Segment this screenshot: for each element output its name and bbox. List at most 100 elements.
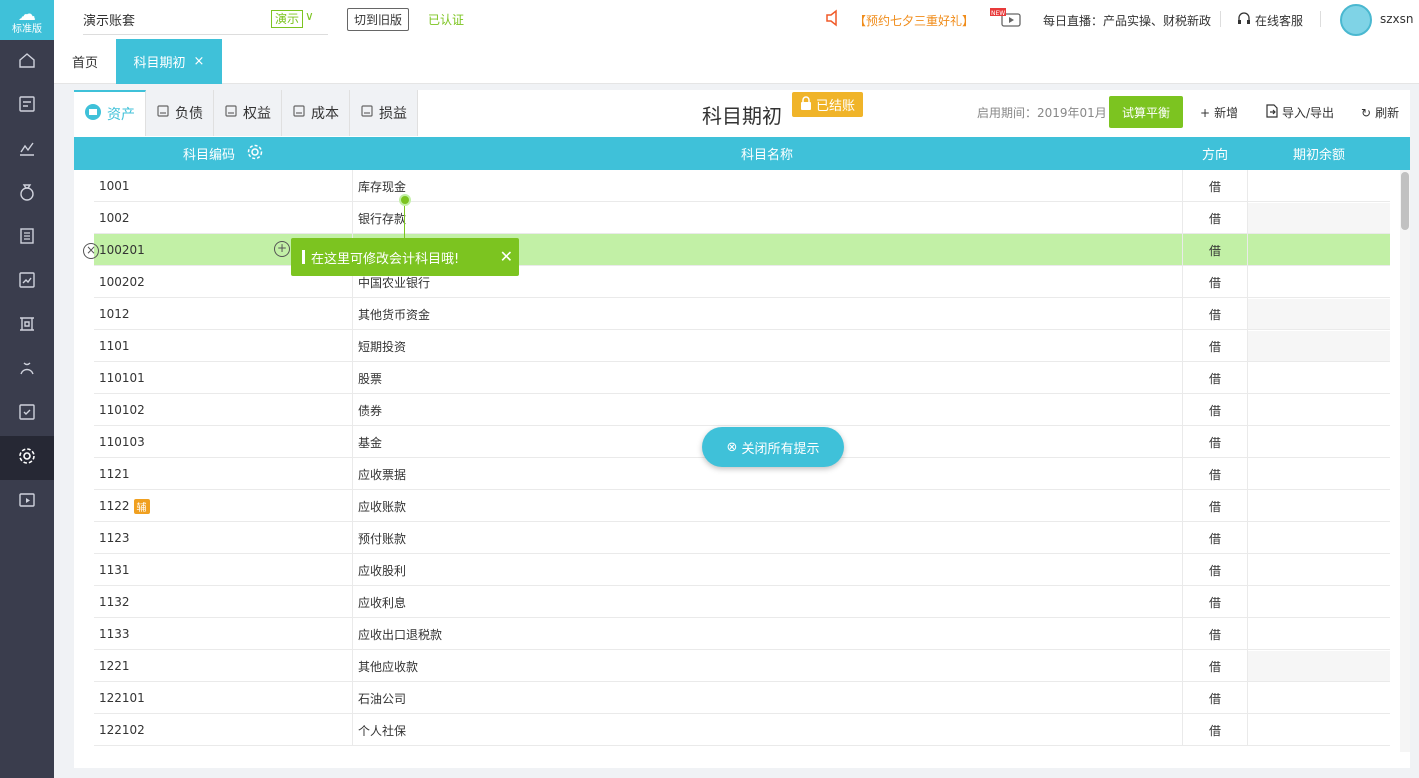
table-row[interactable]: 1132 应收利息 借 bbox=[94, 586, 1390, 618]
direction-cell: 借 bbox=[1208, 531, 1221, 546]
tab-category-3[interactable]: 成本 bbox=[282, 90, 350, 136]
subject-name[interactable]: 应收票据 bbox=[358, 458, 406, 490]
opening-balance-cell[interactable] bbox=[1248, 714, 1390, 746]
chevron-down-icon[interactable]: ∨ bbox=[305, 9, 314, 23]
import-export-button[interactable]: 导入/导出 bbox=[1266, 104, 1334, 121]
opening-balance-cell[interactable] bbox=[1248, 522, 1390, 554]
switch-old-version-button[interactable]: 切到旧版 bbox=[347, 8, 410, 31]
tab-category-4[interactable]: 损益 bbox=[350, 90, 418, 136]
subject-name[interactable]: 预付账款 bbox=[358, 522, 406, 554]
subject-code: 1012 bbox=[99, 298, 130, 330]
table-row[interactable]: 110101 股票 借 bbox=[94, 362, 1390, 394]
tab-subject-opening[interactable]: 科目期初 × bbox=[116, 39, 222, 84]
opening-balance-cell[interactable] bbox=[1248, 490, 1390, 522]
table-row[interactable]: 100202 中国农业银行借 bbox=[94, 266, 1390, 298]
divider bbox=[352, 618, 353, 650]
subject-name[interactable]: 其他应收款 bbox=[358, 650, 418, 682]
subject-name[interactable]: 石油公司 bbox=[358, 682, 406, 714]
table-row[interactable]: 1012 其他货币资金 借 bbox=[94, 298, 1390, 330]
remove-row-icon[interactable]: × bbox=[83, 243, 99, 259]
subject-name[interactable]: 股票 bbox=[358, 362, 382, 394]
sidebar-item-voucher[interactable] bbox=[0, 84, 54, 128]
opening-balance-cell[interactable] bbox=[1248, 170, 1390, 202]
live-tv-icon[interactable]: NEW bbox=[990, 8, 1026, 32]
tab-category-1[interactable]: 负债 bbox=[146, 90, 214, 136]
username[interactable]: szxsn bbox=[1380, 12, 1414, 26]
avatar[interactable] bbox=[1340, 4, 1372, 36]
sidebar-item-chart[interactable] bbox=[0, 128, 54, 172]
scrollbar-thumb[interactable] bbox=[1401, 172, 1409, 230]
tab-category-0[interactable]: 资产 bbox=[74, 90, 146, 136]
sidebar-item-video[interactable] bbox=[0, 480, 54, 524]
direction-cell: 借 bbox=[1208, 275, 1221, 290]
subject-name[interactable]: 应收出口退税款 bbox=[358, 618, 442, 650]
opening-balance-cell[interactable] bbox=[1248, 682, 1390, 714]
opening-balance-cell[interactable] bbox=[1248, 650, 1390, 682]
sidebar-item-report[interactable] bbox=[0, 260, 54, 304]
opening-balance-cell[interactable] bbox=[1248, 330, 1390, 362]
table-row[interactable]: 1221 其他应收款 借 bbox=[94, 650, 1390, 682]
add-button[interactable]: + 新增 bbox=[1200, 104, 1238, 121]
vertical-scrollbar[interactable] bbox=[1400, 170, 1410, 752]
opening-balance-cell[interactable] bbox=[1248, 554, 1390, 586]
subject-name[interactable]: 其他货币资金 bbox=[358, 298, 430, 330]
subject-name[interactable]: 个人社保 bbox=[358, 714, 406, 746]
close-icon[interactable]: × bbox=[194, 54, 205, 69]
subject-name[interactable]: 应收利息 bbox=[358, 586, 406, 618]
import-icon bbox=[1266, 104, 1278, 121]
auxiliary-badge: 辅 bbox=[133, 498, 150, 514]
opening-balance-cell[interactable] bbox=[1248, 362, 1390, 394]
sidebar-item-home[interactable] bbox=[0, 40, 54, 84]
subject-name[interactable]: 银行存款 bbox=[358, 202, 406, 234]
tab-category-2[interactable]: 权益 bbox=[214, 90, 282, 136]
subject-name[interactable]: 应收股利 bbox=[358, 554, 406, 586]
liability-icon bbox=[156, 104, 170, 122]
sidebar-item-asset[interactable] bbox=[0, 304, 54, 348]
add-child-icon[interactable]: + bbox=[274, 241, 290, 257]
opening-balance-cell[interactable] bbox=[1248, 458, 1390, 490]
subject-code-text: 1131 bbox=[99, 563, 130, 577]
table-row[interactable]: 1122 辅 应收账款 借 bbox=[94, 490, 1390, 522]
refresh-button[interactable]: ↻ 刷新 bbox=[1361, 104, 1399, 121]
table-row[interactable]: 1001 库存现金借 bbox=[94, 170, 1390, 202]
table-row[interactable]: 122102 个人社保 借 bbox=[94, 714, 1390, 746]
live-link[interactable]: 每日直播：产品实操、财税新政 bbox=[1043, 12, 1211, 29]
table-row[interactable]: 122101 石油公司 借 bbox=[94, 682, 1390, 714]
opening-balance-cell[interactable] bbox=[1248, 202, 1390, 234]
close-all-tips-button[interactable]: ⊗ 关闭所有提示 bbox=[702, 427, 844, 467]
sidebar-item-ledger[interactable] bbox=[0, 216, 54, 260]
subject-code: 1122 辅 bbox=[99, 490, 150, 522]
subject-name[interactable]: 债券 bbox=[358, 394, 382, 426]
close-icon[interactable]: ✕ bbox=[500, 247, 513, 266]
table-row[interactable]: 1131 应收股利 借 bbox=[94, 554, 1390, 586]
opening-balance-cell[interactable] bbox=[1248, 234, 1390, 266]
sidebar-item-money-bag[interactable] bbox=[0, 172, 54, 216]
opening-balance-cell[interactable] bbox=[1248, 266, 1390, 298]
subject-name[interactable]: 基金 bbox=[358, 426, 382, 458]
table-row[interactable]: 1123 预付账款 借 bbox=[94, 522, 1390, 554]
divider bbox=[352, 714, 353, 746]
tab-home[interactable]: 首页 bbox=[54, 39, 116, 84]
opening-balance-cell[interactable] bbox=[1248, 394, 1390, 426]
opening-balance-cell[interactable] bbox=[1248, 298, 1390, 330]
table-row[interactable]: 110102 债券 借 bbox=[94, 394, 1390, 426]
sidebar-item-payroll[interactable] bbox=[0, 348, 54, 392]
trial-balance-button[interactable]: 试算平衡 bbox=[1109, 96, 1183, 128]
opening-balance-cell[interactable] bbox=[1248, 618, 1390, 650]
subject-code: 1123 bbox=[99, 522, 130, 554]
gear-icon[interactable] bbox=[247, 144, 263, 164]
online-service-button[interactable]: 在线客服 bbox=[1237, 12, 1303, 29]
opening-balance-cell[interactable] bbox=[1248, 426, 1390, 458]
subject-name[interactable]: 应收账款 bbox=[358, 490, 406, 522]
table-row[interactable]: 1101 短期投资 借 bbox=[94, 330, 1390, 362]
subject-name[interactable]: 短期投资 bbox=[358, 330, 406, 362]
promo-link[interactable]: 【预约七夕三重好礼】 bbox=[854, 12, 974, 29]
account-selector[interactable]: 演示账套 演示 ∨ bbox=[83, 5, 328, 35]
app-logo[interactable]: ☁ 标准版 bbox=[0, 0, 54, 40]
opening-balance-cell[interactable] bbox=[1248, 586, 1390, 618]
table-row[interactable]: 1002 银行存款 借 bbox=[94, 202, 1390, 234]
account-name: 演示账套 bbox=[83, 13, 136, 29]
table-row[interactable]: 1133 应收出口退税款 借 bbox=[94, 618, 1390, 650]
sidebar-item-invoice[interactable] bbox=[0, 392, 54, 436]
sidebar-item-settings[interactable] bbox=[0, 436, 54, 480]
